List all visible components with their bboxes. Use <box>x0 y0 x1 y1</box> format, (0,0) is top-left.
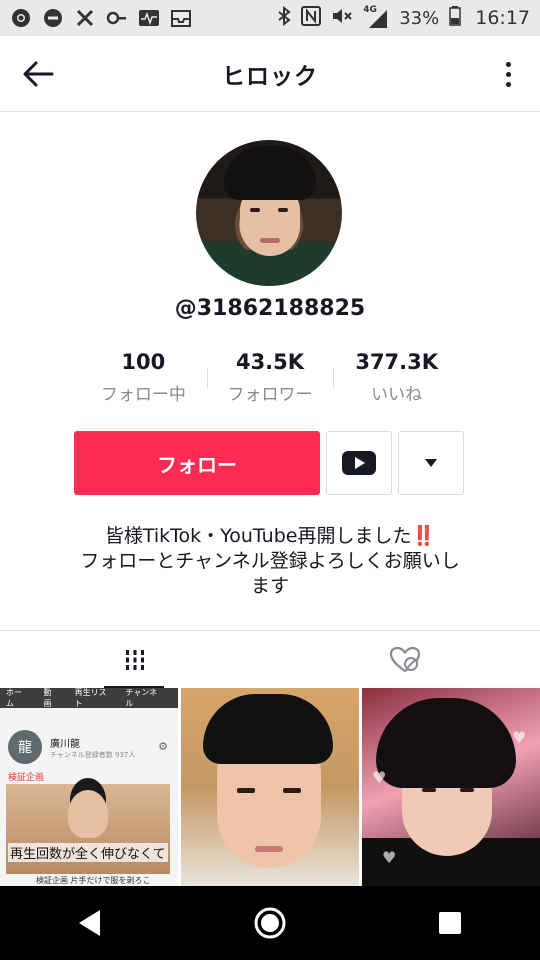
followers-stat[interactable]: 43.5K フォロワー <box>206 350 334 405</box>
bio-line: 皆様TikTok・YouTube再開しました‼️ <box>104 525 436 547</box>
channel-subscribers: チャンネル登録者数 937人 <box>50 750 136 759</box>
profile-avatar[interactable] <box>196 140 342 286</box>
following-count: 100 <box>121 350 166 374</box>
clock: 16:17 <box>475 7 530 29</box>
nfc-icon <box>301 5 322 31</box>
bio-line: フォローとチャンネル登録よろしくお願いし <box>80 550 460 572</box>
channel-row: 龍 廣川龍 チャンネル登録者数 937人 <box>0 720 178 766</box>
video-footer-text: 検証企画 片手だけで服を剥ろこ <box>36 876 151 885</box>
profile-bio: 皆様TikTok・YouTube再開しました‼️ フォローとチャンネル登録よろし… <box>40 524 500 599</box>
video-thumbnail[interactable] <box>181 688 359 886</box>
more-dot-icon <box>505 61 511 67</box>
yt-tab: チャンネル <box>125 688 158 708</box>
caret-down-icon <box>425 459 437 467</box>
more-options-button[interactable] <box>498 56 518 92</box>
followers-count: 43.5K <box>235 350 305 374</box>
hidden-heart-icon <box>389 646 421 672</box>
battery-percent: 33% <box>399 7 440 29</box>
mute-icon <box>331 6 353 31</box>
bluetooth-icon <box>277 5 291 31</box>
followers-label: フォロワー <box>227 385 313 405</box>
inbox-icon <box>170 7 192 29</box>
channel-name: 廣川龍 <box>50 738 80 750</box>
dnd-icon <box>42 7 64 29</box>
signal-icon: 4G <box>363 5 389 29</box>
profile-stats: 100 フォロー中 43.5K フォロワー 377.3K いいね <box>80 350 460 405</box>
tools-icon <box>74 7 96 29</box>
grid-icon <box>126 649 144 670</box>
following-stat[interactable]: 100 フォロー中 <box>80 350 207 405</box>
suggested-accounts-button[interactable] <box>398 431 464 495</box>
nav-recents-button[interactable] <box>420 893 480 953</box>
video-caption: 再生回数が全く伸びなくて <box>8 843 168 862</box>
likes-count: 377.3K <box>355 350 439 374</box>
heart-icon: ♥ <box>512 728 527 747</box>
nav-home-button[interactable] <box>240 893 300 953</box>
pulse-icon <box>138 7 160 29</box>
page-title: ヒロック <box>222 63 318 90</box>
youtube-button[interactable] <box>326 431 392 495</box>
yt-tab: 動画 <box>43 688 52 708</box>
nav-back-button[interactable] <box>60 893 120 953</box>
double-exclamation-emoji: ‼️ <box>411 525 436 547</box>
system-nav-bar <box>0 886 540 960</box>
video-thumbnail[interactable]: ホーム 動画 再生リスト チャンネル 龍 廣川龍 チャンネル登録者数 937人 … <box>0 688 178 886</box>
youtube-tab-bar: ホーム 動画 再生リスト チャンネル <box>0 688 178 708</box>
bio-line: ます <box>250 575 289 597</box>
likes-stat: 377.3K いいね <box>333 350 460 405</box>
chrome-icon <box>10 7 32 29</box>
following-label: フォロー中 <box>100 385 186 405</box>
likes-label: いいね <box>371 385 423 405</box>
triangle-back-icon <box>79 910 100 936</box>
video-grid: ホーム 動画 再生リスト チャンネル 龍 廣川龍 チャンネル登録者数 937人 … <box>0 688 540 886</box>
circle-home-icon <box>254 907 286 939</box>
battery-icon <box>449 5 461 31</box>
status-bar: 4G 33% 16:17 <box>0 0 540 36</box>
embedded-video-thumb: 検証企画 再生回数が全く伸びなくて <box>6 773 170 874</box>
back-button[interactable] <box>18 56 58 92</box>
username: @31862188825 <box>174 296 366 321</box>
yt-tab: ホーム <box>6 688 22 708</box>
tab-liked[interactable] <box>270 631 540 688</box>
more-dot-icon <box>505 81 511 87</box>
youtube-icon <box>342 451 376 475</box>
key-icon <box>106 7 128 29</box>
yt-tab: 再生リスト <box>74 688 107 708</box>
heart-icon: ♥ <box>382 848 397 867</box>
heart-icon: ♥ <box>372 768 387 787</box>
arrow-left-icon <box>23 61 54 87</box>
gear-icon: ⚙ <box>158 740 168 753</box>
tab-videos[interactable] <box>0 631 270 688</box>
more-dot-icon <box>505 71 511 77</box>
follow-button[interactable]: フォロー <box>74 431 320 495</box>
video-tag: 検証企画 <box>8 773 45 783</box>
video-thumbnail[interactable]: ♥ ♥ ♥ <box>362 688 540 886</box>
profile-header: ヒロック <box>0 36 540 112</box>
channel-avatar: 龍 <box>8 730 42 764</box>
square-recents-icon <box>439 912 461 934</box>
content-tabs <box>0 630 540 688</box>
